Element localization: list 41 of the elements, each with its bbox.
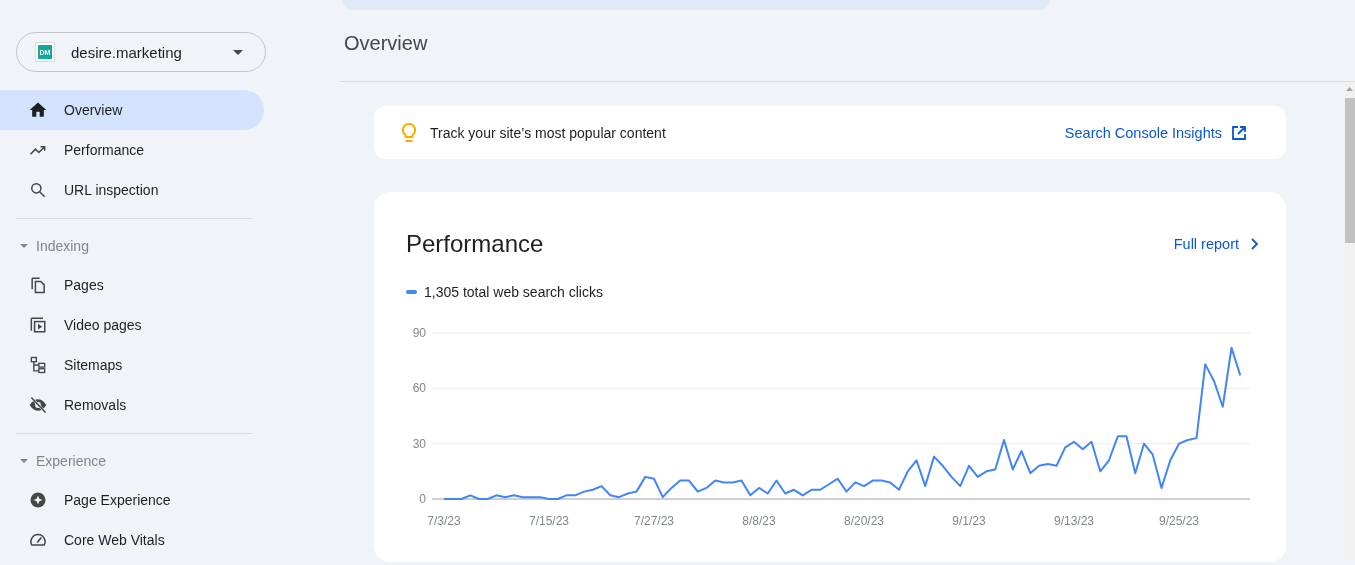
full-report-link[interactable]: Full report — [1173, 236, 1258, 253]
x-tick-label: 8/8/23 — [742, 514, 776, 529]
y-tick-label: 0 — [419, 492, 426, 507]
y-tick-label: 60 — [412, 381, 426, 396]
scrollbar[interactable] — [1343, 82, 1355, 562]
dropdown-caret-icon — [233, 49, 243, 55]
x-tick-label: 7/27/23 — [634, 514, 674, 529]
home-icon — [28, 100, 48, 120]
x-tick-label: 7/15/23 — [529, 514, 569, 529]
nav-item[interactable]: Core Web Vitals — [0, 520, 264, 560]
nav-item[interactable]: Pages — [0, 265, 264, 305]
search-icon — [28, 180, 48, 200]
star-circle-icon — [28, 490, 48, 510]
x-tick-label: 9/13/23 — [1054, 514, 1094, 529]
page-title: Overview — [344, 32, 428, 55]
nav-item[interactable]: URL inspection — [0, 170, 264, 210]
pages-icon — [28, 275, 48, 295]
x-tick-label: 9/1/23 — [952, 514, 986, 529]
tip-text: Track your site’s most popular content — [430, 124, 667, 141]
nav-item[interactable]: Page Experience — [0, 480, 264, 520]
card-title: Performance — [406, 230, 544, 259]
y-tick-label: 30 — [412, 436, 426, 451]
scroll-up-icon[interactable] — [1346, 87, 1353, 91]
nav-item[interactable]: Overview — [0, 90, 264, 130]
nav-item[interactable]: Video pages — [0, 305, 264, 345]
x-tick-label: 9/25/23 — [1159, 514, 1199, 529]
x-tick-label: 7/3/23 — [427, 514, 461, 529]
nav-item[interactable]: Removals — [0, 385, 264, 425]
nav-item[interactable]: Performance — [0, 130, 264, 170]
nav-item[interactable]: Sitemaps — [0, 345, 264, 385]
y-tick-label: 90 — [412, 326, 426, 341]
sitemap-icon — [28, 355, 48, 375]
video-pages-icon — [28, 315, 48, 335]
scrollbar-thumb[interactable] — [1345, 98, 1355, 243]
lightbulb-icon — [400, 121, 418, 144]
external-link-icon — [1232, 125, 1246, 140]
eye-slash-icon — [28, 395, 48, 415]
x-tick-label: 8/20/23 — [844, 514, 884, 529]
chevron-right-icon — [1251, 238, 1258, 251]
insights-link[interactable]: Search Console Insights — [1064, 124, 1246, 141]
legend-label: 1,305 total web search clicks — [424, 284, 603, 301]
